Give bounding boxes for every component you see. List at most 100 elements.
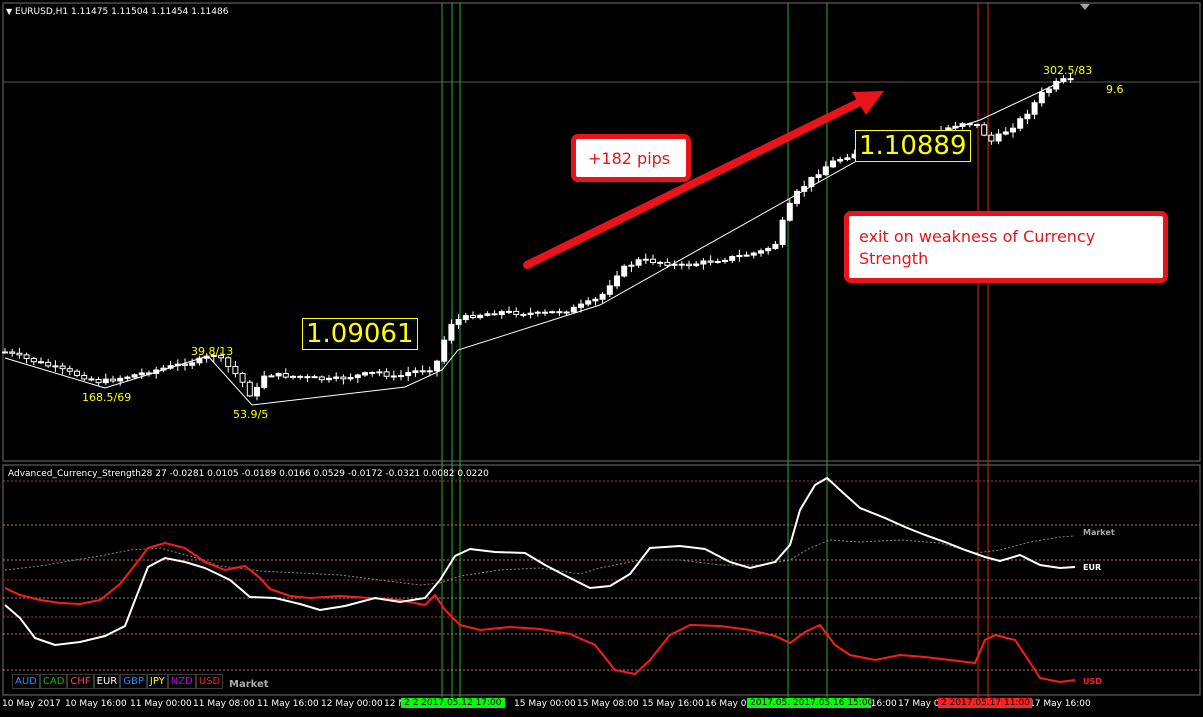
candle-body [182, 363, 188, 366]
currency-button-jpy[interactable]: JPY [146, 674, 168, 689]
currency-button-aud[interactable]: AUD [12, 674, 40, 689]
candle-body [743, 254, 750, 257]
candle-body [830, 160, 836, 168]
candle-body [268, 375, 275, 378]
candle-body [297, 375, 304, 378]
candle-body [700, 260, 707, 265]
candle-body [527, 312, 534, 315]
candle-body [678, 263, 685, 266]
dropdown-triangle-icon[interactable]: ▼ [6, 7, 12, 16]
time-axis-label: 11 May 16:00 [257, 699, 319, 709]
candle-body [304, 376, 311, 379]
candle-body [45, 361, 52, 367]
candle-body [419, 370, 426, 373]
candle-body [837, 158, 844, 162]
time-axis-label: 12 May 00:00 [321, 699, 383, 709]
candle-body [160, 367, 167, 371]
candle-body [16, 352, 23, 356]
candle-body [484, 313, 491, 316]
currency-button-eur[interactable]: EUR [93, 674, 121, 689]
swing-label: 53.9/5 [233, 408, 269, 421]
candle-body [146, 372, 152, 375]
candle-body [110, 378, 116, 382]
candle-body [383, 371, 390, 377]
candle-body [959, 123, 966, 127]
pips-callout-text: +182 pips [588, 149, 671, 168]
candle-body [196, 357, 203, 364]
candle-body [462, 315, 469, 321]
candle-body [455, 319, 462, 325]
swing-label: 168.5/69 [82, 391, 132, 404]
time-axis-label: 17 May 16:00 [1029, 699, 1091, 709]
candle-body [74, 370, 80, 376]
time-highlight-label: 2 2 2017.05.12 17:00 [401, 698, 505, 708]
chart-canvas[interactable] [0, 0, 1203, 717]
exit-callout: exit on weakness of Currency Strength [844, 211, 1168, 283]
market-line-label: Market [1083, 528, 1115, 537]
candle-body [369, 371, 376, 374]
candle-body [81, 374, 88, 380]
candle-body [1010, 127, 1016, 133]
candle-body [506, 310, 512, 313]
currency-button-chf[interactable]: CHF [67, 674, 94, 689]
candle-body [174, 363, 181, 367]
candle-body [693, 263, 700, 267]
candle-body [282, 372, 289, 378]
eur-line-label: EUR [1083, 563, 1102, 572]
candle-body [844, 157, 851, 160]
time-axis-label: 10 May 2017 [2, 699, 61, 709]
currency-button-cad[interactable]: CAD [39, 674, 68, 689]
metatrader-chart-window: ▼ EURUSD,H1 1.11475 1.11504 1.11454 1.11… [0, 0, 1203, 717]
indicator-level-lines [3, 480, 1200, 671]
candle-body [412, 370, 419, 374]
candle-body [520, 313, 527, 316]
candle-body [1067, 78, 1074, 81]
candle-body [275, 372, 282, 377]
scroll-marker-icon[interactable] [1080, 4, 1090, 10]
candle-body [981, 124, 988, 136]
entry-price-label: 1.09061 [302, 318, 418, 350]
candle-body [578, 303, 584, 308]
time-axis-label: 16 May 0 [705, 699, 747, 709]
candle-body [952, 125, 959, 129]
candle-body [311, 376, 318, 379]
candle-body [585, 300, 592, 305]
currency-button-nzd[interactable]: NZD [167, 674, 196, 689]
candle-body [592, 298, 599, 302]
candle-body [153, 369, 160, 374]
candle-body [1017, 118, 1024, 129]
candle-body [189, 362, 196, 366]
indicator-header: Advanced_Currency_Strength28 27 -0.0281 … [8, 469, 489, 479]
candle-body [657, 261, 664, 264]
candle-body [966, 123, 973, 126]
candle-body [347, 377, 354, 380]
candle-body [470, 315, 476, 319]
candle-body [974, 124, 980, 127]
candle-body [398, 375, 404, 378]
time-axis-label: 10 May 16:00 [65, 699, 127, 709]
candle-body [52, 365, 59, 368]
candle-body [362, 372, 368, 376]
candle-body [333, 376, 340, 379]
candle-body [606, 285, 613, 295]
candle-body [549, 311, 556, 314]
candle-body [131, 374, 138, 378]
candle-body [1038, 91, 1045, 104]
candle-body [801, 185, 808, 192]
candle-body [491, 313, 498, 316]
candle-body [441, 339, 448, 362]
market-button[interactable]: Market [229, 679, 269, 690]
candle-body [9, 351, 16, 354]
symbol-header: ▼ EURUSD,H1 1.11475 1.11504 1.11454 1.11… [6, 7, 228, 17]
candle-body [642, 258, 649, 261]
candle-body [390, 375, 397, 378]
candle-body [426, 370, 433, 373]
time-axis-label: 15 May 16:00 [642, 699, 704, 709]
currency-button-gbp[interactable]: GBP [120, 674, 147, 689]
candle-body [750, 252, 757, 256]
candle-body [794, 190, 800, 204]
candle-body [988, 134, 995, 142]
candle-body [513, 310, 520, 315]
usd-line-label: USD [1083, 677, 1102, 686]
currency-button-usd[interactable]: USD [195, 674, 224, 689]
